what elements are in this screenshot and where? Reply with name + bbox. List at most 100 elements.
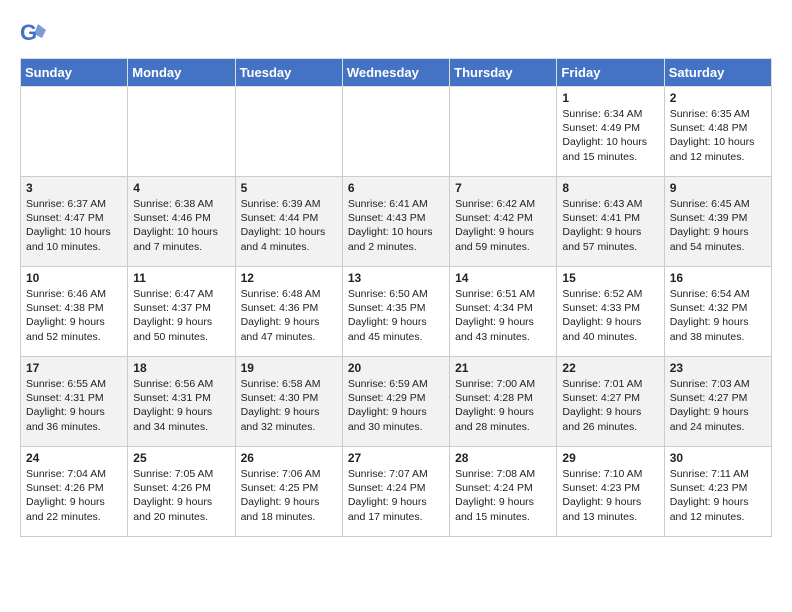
day-info: Sunrise: 6:54 AM [670, 287, 766, 301]
day-number: 14 [455, 271, 551, 285]
calendar-cell: 14Sunrise: 6:51 AMSunset: 4:34 PMDayligh… [450, 267, 557, 357]
calendar-cell: 28Sunrise: 7:08 AMSunset: 4:24 PMDayligh… [450, 447, 557, 537]
day-info: Daylight: 9 hours and 43 minutes. [455, 315, 551, 343]
calendar-cell: 15Sunrise: 6:52 AMSunset: 4:33 PMDayligh… [557, 267, 664, 357]
day-of-week-header: Monday [128, 59, 235, 87]
day-number: 20 [348, 361, 444, 375]
day-number: 10 [26, 271, 122, 285]
day-number: 27 [348, 451, 444, 465]
day-info: Daylight: 9 hours and 47 minutes. [241, 315, 337, 343]
day-number: 30 [670, 451, 766, 465]
day-info: Daylight: 9 hours and 54 minutes. [670, 225, 766, 253]
page-header: G [20, 20, 772, 48]
calendar-cell: 3Sunrise: 6:37 AMSunset: 4:47 PMDaylight… [21, 177, 128, 267]
day-number: 18 [133, 361, 229, 375]
day-of-week-header: Tuesday [235, 59, 342, 87]
day-info: Daylight: 9 hours and 36 minutes. [26, 405, 122, 433]
day-info: Daylight: 9 hours and 34 minutes. [133, 405, 229, 433]
day-info: Daylight: 10 hours and 2 minutes. [348, 225, 444, 253]
day-info: Sunrise: 6:59 AM [348, 377, 444, 391]
day-info: Sunset: 4:23 PM [562, 481, 658, 495]
calendar-cell: 18 Sunrise: 6:56 AMSunset: 4:31 PMDayligh… [128, 357, 235, 447]
day-info: Sunrise: 6:34 AM [562, 107, 658, 121]
day-info: Sunrise: 6:56 AM [133, 377, 229, 391]
day-info: Sunrise: 6:47 AM [133, 287, 229, 301]
day-number: 8 [562, 181, 658, 195]
calendar-cell [342, 87, 449, 177]
calendar-cell: 30Sunrise: 7:11 AMSunset: 4:23 PMDayligh… [664, 447, 771, 537]
day-info: Sunset: 4:31 PM [26, 391, 122, 405]
day-info: Sunset: 4:48 PM [670, 121, 766, 135]
day-info: Sunset: 4:49 PM [562, 121, 658, 135]
calendar-cell [235, 87, 342, 177]
day-info: Sunrise: 6:46 AM [26, 287, 122, 301]
calendar-cell: 11Sunrise: 6:47 AMSunset: 4:37 PMDayligh… [128, 267, 235, 357]
day-info: Daylight: 9 hours and 38 minutes. [670, 315, 766, 343]
calendar-cell: 10Sunrise: 6:46 AMSunset: 4:38 PMDayligh… [21, 267, 128, 357]
day-info: Sunset: 4:42 PM [455, 211, 551, 225]
calendar-cell: 9Sunrise: 6:45 AMSunset: 4:39 PMDaylight… [664, 177, 771, 267]
day-number: 2 [670, 91, 766, 105]
day-number: 11 [133, 271, 229, 285]
day-info: Sunset: 4:44 PM [241, 211, 337, 225]
day-number: 21 [455, 361, 551, 375]
logo: G [20, 20, 52, 48]
calendar-cell: 27Sunrise: 7:07 AMSunset: 4:24 PMDayligh… [342, 447, 449, 537]
day-number: 13 [348, 271, 444, 285]
calendar-cell: 25Sunrise: 7:05 AMSunset: 4:26 PMDayligh… [128, 447, 235, 537]
day-info: Daylight: 9 hours and 52 minutes. [26, 315, 122, 343]
day-number: 9 [670, 181, 766, 195]
calendar-cell: 5Sunrise: 6:39 AMSunset: 4:44 PMDaylight… [235, 177, 342, 267]
day-info: Sunset: 4:47 PM [26, 211, 122, 225]
day-number: 16 [670, 271, 766, 285]
day-info: Sunset: 4:43 PM [348, 211, 444, 225]
day-info: Daylight: 10 hours and 4 minutes. [241, 225, 337, 253]
day-number: 19 [241, 361, 337, 375]
day-info: Sunrise: 6:42 AM [455, 197, 551, 211]
calendar-week-row: 17Sunrise: 6:55 AMSunset: 4:31 PMDayligh… [21, 357, 772, 447]
day-info: Sunrise: 6:43 AM [562, 197, 658, 211]
calendar-week-row: 24Sunrise: 7:04 AMSunset: 4:26 PMDayligh… [21, 447, 772, 537]
day-info: Daylight: 9 hours and 26 minutes. [562, 405, 658, 433]
day-info: Sunset: 4:26 PM [26, 481, 122, 495]
day-info: Sunrise: 6:38 AM [133, 197, 229, 211]
day-info: Sunset: 4:39 PM [670, 211, 766, 225]
day-info: Daylight: 9 hours and 57 minutes. [562, 225, 658, 253]
day-info: Sunrise: 7:01 AM [562, 377, 658, 391]
day-info: Daylight: 10 hours and 12 minutes. [670, 135, 766, 163]
day-info: Sunset: 4:46 PM [133, 211, 229, 225]
day-info: Daylight: 9 hours and 30 minutes. [348, 405, 444, 433]
day-info: Sunrise: 6:55 AM [26, 377, 122, 391]
day-number: 28 [455, 451, 551, 465]
day-info: Daylight: 9 hours and 40 minutes. [562, 315, 658, 343]
day-info: Daylight: 9 hours and 28 minutes. [455, 405, 551, 433]
day-info: Sunset: 4:25 PM [241, 481, 337, 495]
day-number: 4 [133, 181, 229, 195]
day-number: 26 [241, 451, 337, 465]
day-info: Sunrise: 6:41 AM [348, 197, 444, 211]
day-info: Daylight: 9 hours and 45 minutes. [348, 315, 444, 343]
day-info: Daylight: 9 hours and 22 minutes. [26, 495, 122, 523]
day-info: Sunrise: 7:05 AM [133, 467, 229, 481]
calendar-cell: 4Sunrise: 6:38 AMSunset: 4:46 PMDaylight… [128, 177, 235, 267]
day-info: Daylight: 10 hours and 15 minutes. [562, 135, 658, 163]
day-info: Sunset: 4:24 PM [348, 481, 444, 495]
day-number: 1 [562, 91, 658, 105]
day-info: Sunset: 4:28 PM [455, 391, 551, 405]
day-number: 25 [133, 451, 229, 465]
day-info: Sunrise: 7:06 AM [241, 467, 337, 481]
day-of-week-header: Thursday [450, 59, 557, 87]
day-info: Sunrise: 7:10 AM [562, 467, 658, 481]
svg-text:G: G [20, 20, 37, 45]
day-info: Sunset: 4:32 PM [670, 301, 766, 315]
day-of-week-header: Friday [557, 59, 664, 87]
day-info: Sunset: 4:33 PM [562, 301, 658, 315]
day-info: Sunset: 4:27 PM [670, 391, 766, 405]
calendar-cell: 17Sunrise: 6:55 AMSunset: 4:31 PMDayligh… [21, 357, 128, 447]
day-info: Sunset: 4:31 PM [133, 391, 229, 405]
day-info: Sunrise: 6:52 AM [562, 287, 658, 301]
day-info: Sunset: 4:36 PM [241, 301, 337, 315]
calendar-week-row: 10Sunrise: 6:46 AMSunset: 4:38 PMDayligh… [21, 267, 772, 357]
day-info: Daylight: 9 hours and 50 minutes. [133, 315, 229, 343]
day-info: Sunrise: 7:03 AM [670, 377, 766, 391]
